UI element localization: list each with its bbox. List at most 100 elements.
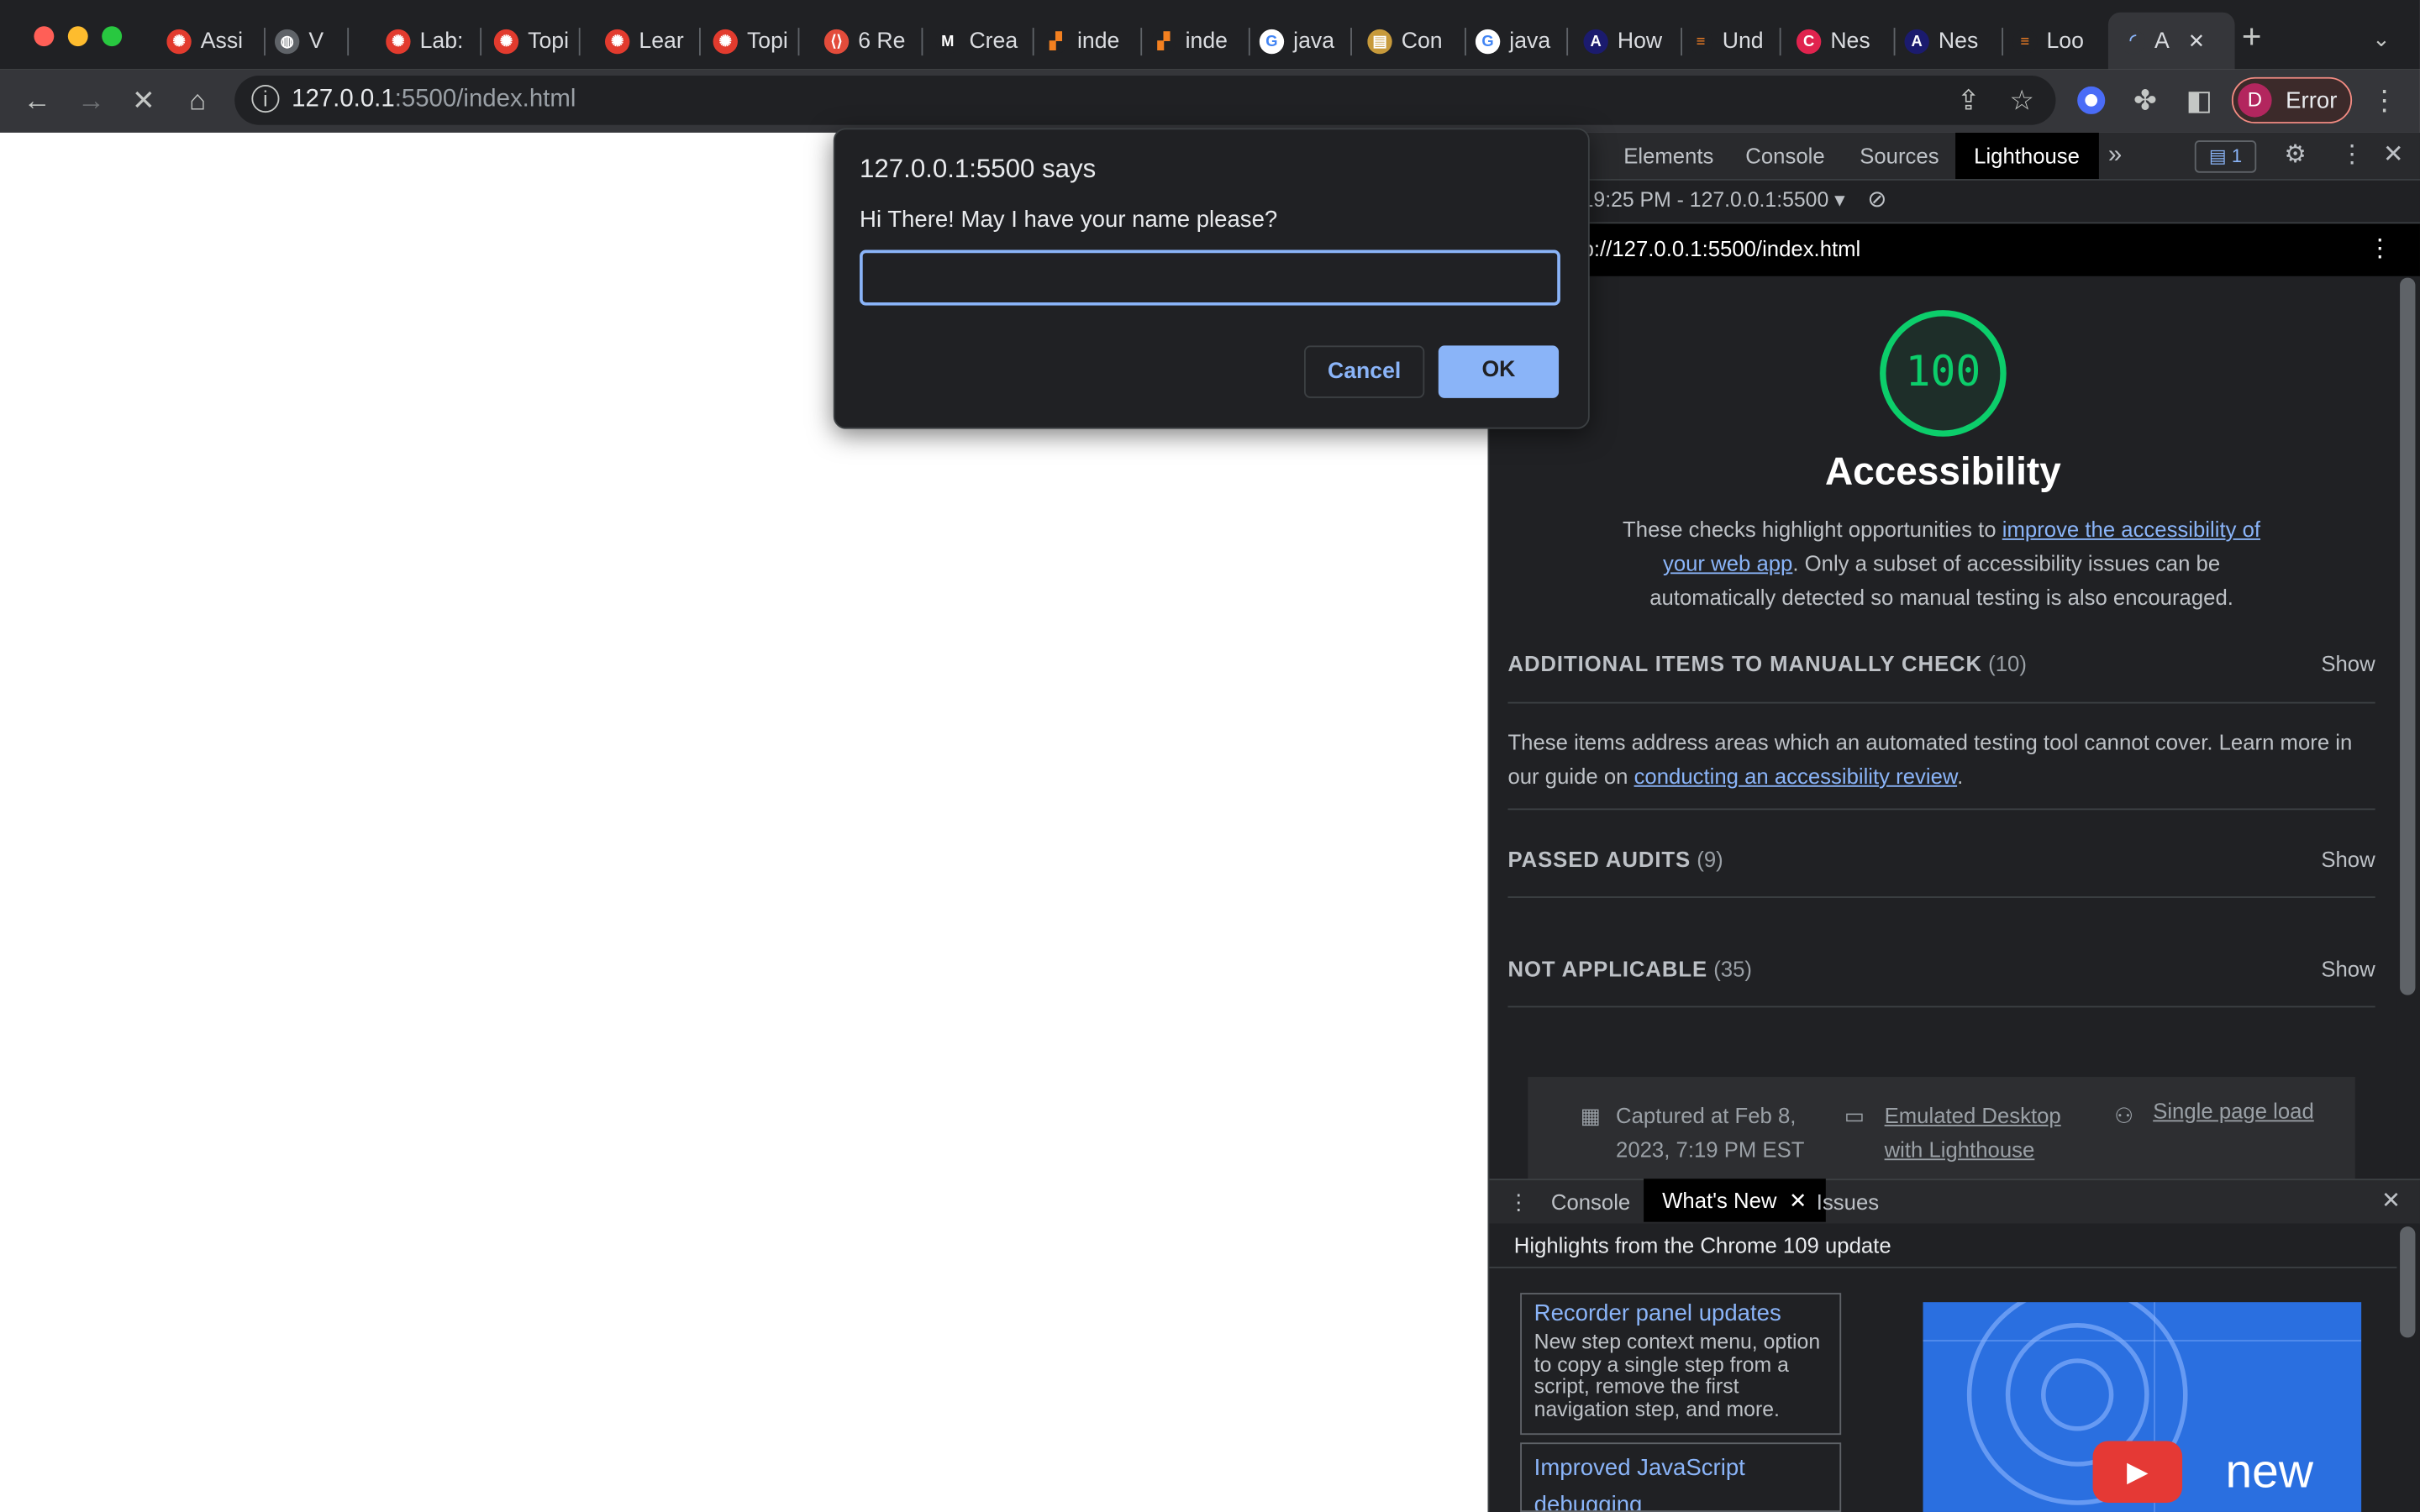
browser-tab[interactable]: ◍ V: [274, 18, 336, 65]
tab-separator: [1350, 28, 1352, 56]
browser-tab[interactable]: ✺ Topi: [493, 18, 568, 65]
single-page-load[interactable]: Single page load: [2153, 1099, 2314, 1123]
tab-search-button[interactable]: ⌄: [2367, 24, 2395, 55]
group-manual-check[interactable]: ADDITIONAL ITEMS TO MANUALLY CHECK (10) …: [1507, 651, 2375, 675]
report-selector[interactable]: 19:25 PM - 127.0.0.1:5500 ▾: [1582, 188, 1845, 213]
a-logo-icon: A: [1583, 29, 1608, 55]
browser-tab[interactable]: ≡ Und: [1688, 18, 1769, 65]
browser-tab[interactable]: ▞ inde: [1151, 18, 1238, 65]
maximize-window-button[interactable]: [102, 26, 123, 47]
browser-tab[interactable]: C Nes: [1796, 18, 1883, 65]
name-input[interactable]: [860, 249, 1560, 306]
ok-button[interactable]: OK: [1438, 345, 1560, 398]
more-tabs-icon[interactable]: »: [2108, 133, 2122, 179]
drawer-menu-icon[interactable]: ⋮: [1507, 1179, 1529, 1225]
browser-tab[interactable]: ✺ Lab:: [386, 18, 469, 65]
extension-icon[interactable]: [2077, 86, 2106, 114]
browser-tab[interactable]: Gjava: [1259, 18, 1340, 65]
tab-label: Lab:: [419, 29, 464, 55]
group-count: (10): [1988, 651, 2027, 676]
forward-icon[interactable]: →: [74, 85, 108, 116]
browser-tab[interactable]: ▞ inde: [1043, 18, 1130, 65]
tab-separator: [578, 28, 581, 56]
accessibility-review-link[interactable]: conducting an accessibility review: [1634, 764, 1958, 788]
tab-label: inde: [1077, 29, 1120, 55]
browser-tab[interactable]: ≡ Loo: [2012, 18, 2093, 65]
site-info-icon[interactable]: i: [251, 85, 280, 113]
card-body: New step context menu, option to copy a …: [1534, 1330, 1821, 1420]
shield-code-icon: ⟨⟩: [823, 29, 850, 55]
tab-console[interactable]: Console: [1745, 133, 1824, 179]
loading-spinner-icon: ◜: [2120, 28, 2146, 54]
browser-tab[interactable]: Gjava: [1475, 18, 1556, 65]
browser-tab[interactable]: ✺ Assi: [166, 18, 253, 65]
tab-separator: [1893, 28, 1896, 56]
drawer-tab-whats-new[interactable]: What's New ✕: [1644, 1179, 1826, 1222]
video-thumbnail[interactable]: ▶ new: [1923, 1302, 2362, 1512]
whats-new-card[interactable]: Recorder panel updates New step context …: [1520, 1293, 1842, 1436]
back-icon[interactable]: ←: [20, 85, 54, 116]
drawer-tab-issues[interactable]: Issues: [1817, 1179, 1879, 1225]
close-tab-icon[interactable]: ✕: [2188, 29, 2205, 53]
browser-tab[interactable]: ▤ Con: [1367, 18, 1454, 65]
address-bar[interactable]: i 127.0.0.1:5500/index.html ⇪ ☆: [234, 75, 2056, 125]
report-menu-icon[interactable]: ⋮: [2367, 233, 2391, 264]
side-panel-icon[interactable]: ◧: [2184, 85, 2215, 116]
group-passed-audits[interactable]: PASSED AUDITS (9) Show: [1507, 847, 2375, 871]
minimize-window-button[interactable]: [67, 26, 88, 47]
issues-count: 1: [2231, 144, 2243, 167]
close-window-button[interactable]: [34, 26, 55, 47]
tab-sources[interactable]: Sources: [1860, 133, 1939, 179]
tab-label: Con: [1401, 29, 1443, 55]
play-button-icon[interactable]: ▶: [2092, 1441, 2183, 1503]
close-devtools-icon[interactable]: ✕: [2383, 133, 2404, 179]
tab-lighthouse[interactable]: Lighthouse: [1955, 132, 2099, 180]
tab-separator: [264, 28, 266, 56]
browser-tab[interactable]: ✺ Lear: [604, 18, 688, 65]
show-button[interactable]: Show: [2321, 847, 2375, 871]
group-not-applicable[interactable]: NOT APPLICABLE (35) Show: [1507, 957, 2375, 981]
tab-label: java: [1509, 29, 1551, 55]
close-drawer-icon[interactable]: ✕: [2381, 1179, 2401, 1225]
browser-menu-icon[interactable]: ⋮: [2370, 85, 2398, 116]
close-tab-icon[interactable]: ✕: [1789, 1188, 1807, 1212]
show-button[interactable]: Show: [2321, 957, 2375, 981]
new-tab-button[interactable]: +: [2235, 19, 2269, 53]
group-title: ADDITIONAL ITEMS TO MANUALLY CHECK: [1507, 651, 1983, 676]
divider: [1507, 808, 2375, 811]
captured-line: 2023, 7:19 PM EST: [1616, 1137, 1805, 1163]
stop-loading-icon[interactable]: ✕: [127, 85, 160, 116]
dialog-title: 127.0.0.1:5500 says: [860, 154, 1097, 184]
bookmark-star-icon[interactable]: ☆: [2009, 85, 2034, 116]
browser-tab[interactable]: A Nes: [1904, 18, 1991, 65]
tab-label: Nes: [1938, 29, 1979, 55]
manual-check-description: These items address areas which an autom…: [1507, 725, 2375, 793]
browser-tab[interactable]: A How: [1583, 18, 1670, 65]
share-icon[interactable]: ⇪: [1957, 85, 1981, 116]
show-button[interactable]: Show: [2321, 651, 2375, 675]
clear-reports-icon[interactable]: ⊘: [1867, 185, 1886, 213]
devtools-menu-icon[interactable]: ⋮: [2339, 133, 2364, 179]
tab-label: V: [308, 29, 324, 55]
browser-tab[interactable]: ⟨⟩ 6 Re: [823, 18, 911, 65]
home-icon[interactable]: ⌂: [181, 85, 214, 116]
whats-new-card[interactable]: Improved JavaScript debugging: [1520, 1442, 1842, 1512]
profile-error-button[interactable]: D Error: [2231, 76, 2353, 123]
browser-tab[interactable]: ◜ A ✕: [2107, 12, 2235, 70]
globe-icon: ◍: [274, 29, 300, 55]
browser-tab[interactable]: ✺ Topi: [713, 18, 787, 65]
tab-elements[interactable]: Elements: [1623, 133, 1713, 179]
stackoverflow-icon: ≡: [1688, 29, 1713, 55]
drawer-tab-console[interactable]: Console: [1551, 1179, 1630, 1225]
orange-blocks-icon: ▞: [1043, 29, 1068, 55]
browser-tab[interactable]: M Crea: [935, 18, 1022, 65]
category-description: These checks highlight opportunities to …: [1605, 512, 2278, 614]
issues-badge[interactable]: ▤ 1: [2194, 140, 2257, 173]
settings-gear-icon[interactable]: ⚙: [2284, 133, 2306, 179]
emulated-device[interactable]: Emulated Desktop with Lighthouse: [1885, 1099, 2061, 1167]
cancel-button[interactable]: Cancel: [1304, 345, 1425, 398]
divider: [1507, 896, 2375, 898]
extensions-puzzle-icon[interactable]: ✤: [2130, 85, 2161, 116]
drawer-scrollbar[interactable]: [2400, 1226, 2416, 1338]
report-scrollbar[interactable]: [2400, 277, 2416, 995]
